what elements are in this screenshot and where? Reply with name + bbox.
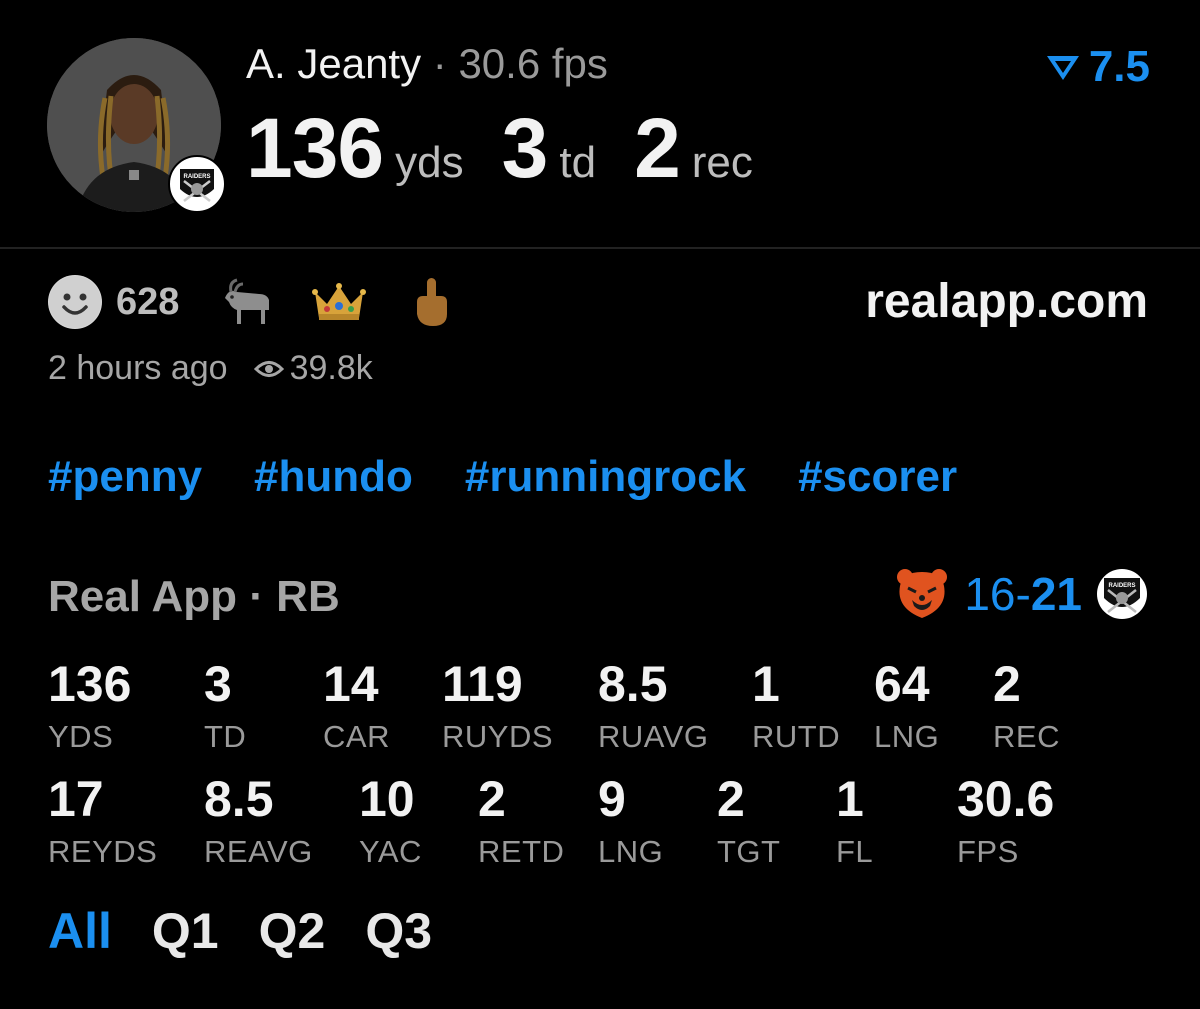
headline-stats: 136 yds 3 td 2 rec [246, 100, 791, 197]
stat-value: 3 [204, 656, 232, 712]
headline-td-unit: td [559, 138, 597, 187]
stat-value: 119 [442, 656, 523, 712]
raiders-logo: RAIDERS [168, 155, 226, 213]
stat-label: FPS [957, 834, 1019, 869]
stat-cell: 64 LNG [874, 659, 939, 755]
tab-all[interactable]: All [48, 902, 112, 960]
stat-cell: 119 RUYDS [442, 659, 553, 755]
tab-q1[interactable]: Q1 [152, 902, 219, 960]
stat-cell: 17 REYDS [48, 774, 157, 870]
score-text: 16-21 [964, 567, 1082, 621]
stat-cell: 30.6 FPS [957, 774, 1054, 870]
reactions-bar: 628 [48, 274, 495, 330]
stat-value: 10 [359, 771, 415, 827]
stat-value: 64 [874, 656, 930, 712]
league-position: Real App · RB [48, 572, 340, 621]
headline-yds-unit: yds [395, 138, 464, 187]
stat-cell: 10 YAC [359, 774, 422, 870]
goat-emoji-icon[interactable] [219, 274, 275, 330]
hashtag[interactable]: #hundo [254, 452, 413, 502]
stat-value: 8.5 [598, 656, 668, 712]
stat-value: 1 [752, 656, 780, 712]
player-name-line: A. Jeanty · 30.6 fps [246, 40, 608, 88]
stat-label: YAC [359, 834, 422, 869]
stat-value: 9 [598, 771, 626, 827]
headline-rec-value: 2 [634, 101, 681, 195]
stat-cell: 8.5 RUAVG [598, 659, 708, 755]
stat-label: RUYDS [442, 719, 554, 754]
boost-button[interactable]: 7.5 [1045, 42, 1150, 92]
stat-value: 30.6 [957, 771, 1055, 827]
hashtag[interactable]: #penny [48, 452, 202, 502]
reaction-count: 628 [116, 280, 180, 323]
post-meta: 2 hours ago 39.8k [48, 349, 373, 388]
crown-emoji-icon[interactable] [311, 274, 367, 330]
stat-cell: 8.5 REAVG [204, 774, 313, 870]
stat-cell: 1 RUTD [752, 659, 840, 755]
stat-value: 1 [836, 771, 864, 827]
separator: · [432, 40, 447, 87]
score-away: 21 [1030, 568, 1082, 620]
view-count: 39.8k [289, 349, 373, 387]
stat-value: 136 [48, 656, 132, 712]
stat-cell: 2 RETD [478, 774, 564, 870]
stat-value: 14 [323, 656, 379, 712]
site-link[interactable]: realapp.com [865, 274, 1148, 329]
hashtag-list: #penny #hundo #runningrock #scorer [48, 452, 957, 502]
stat-label: CAR [323, 719, 390, 754]
tab-q3[interactable]: Q3 [365, 902, 432, 960]
stat-cell: 1 FL [836, 774, 873, 870]
bears-logo [897, 569, 948, 618]
boost-arrow-icon [1046, 56, 1079, 80]
headline-td-value: 3 [501, 101, 549, 195]
player-name[interactable]: A. Jeanty [246, 40, 421, 87]
stat-label: TGT [717, 834, 781, 869]
stat-value: 8.5 [204, 771, 274, 827]
stat-cell: 2 TGT [717, 774, 781, 870]
stat-cell: 136 YDS [48, 659, 131, 755]
player-fps: 30.6 fps [458, 40, 608, 87]
stat-label: REAVG [204, 834, 313, 869]
eye-icon [253, 360, 284, 377]
stat-label: REC [993, 719, 1060, 754]
stat-label: LNG [874, 719, 940, 754]
headline-yds-value: 136 [246, 101, 384, 195]
raiders-logo-small: RAIDERS [1097, 569, 1147, 619]
stat-label: RUTD [752, 719, 841, 754]
middle-finger-emoji-icon[interactable] [403, 274, 459, 330]
stat-label: FL [836, 834, 874, 869]
stat-value: 2 [993, 656, 1021, 712]
game-score[interactable]: 16-21 RAIDERS [894, 566, 1148, 622]
boost-value: 7.5 [1088, 42, 1150, 91]
stat-label: RUAVG [598, 719, 709, 754]
hashtag[interactable]: #scorer [798, 452, 957, 502]
views: 39.8k [253, 349, 373, 388]
stat-label: LNG [598, 834, 664, 869]
smiley-face-icon[interactable] [48, 275, 102, 329]
stat-cell: 9 LNG [598, 774, 663, 870]
hashtag[interactable]: #runningrock [465, 452, 746, 502]
score-dash: - [1015, 568, 1031, 620]
tab-q2[interactable]: Q2 [259, 902, 326, 960]
stat-label: REYDS [48, 834, 158, 869]
svg-text:RAIDERS: RAIDERS [183, 174, 210, 180]
stat-value: 2 [717, 771, 745, 827]
stat-value: 2 [478, 771, 506, 827]
svg-text:RAIDERS: RAIDERS [1108, 583, 1135, 589]
time-ago: 2 hours ago [48, 349, 228, 387]
stat-value: 17 [48, 771, 104, 827]
stat-cell: 14 CAR [323, 659, 390, 755]
stat-label: TD [204, 719, 247, 754]
stat-cell: 2 REC [993, 659, 1060, 755]
stat-cell: 3 TD [204, 659, 246, 755]
header-divider [0, 247, 1200, 249]
score-home: 16 [964, 568, 1016, 620]
stat-label: YDS [48, 719, 114, 754]
headline-rec-unit: rec [691, 138, 753, 187]
stat-label: RETD [478, 834, 565, 869]
period-tabs: All Q1 Q2 Q3 [48, 902, 432, 960]
